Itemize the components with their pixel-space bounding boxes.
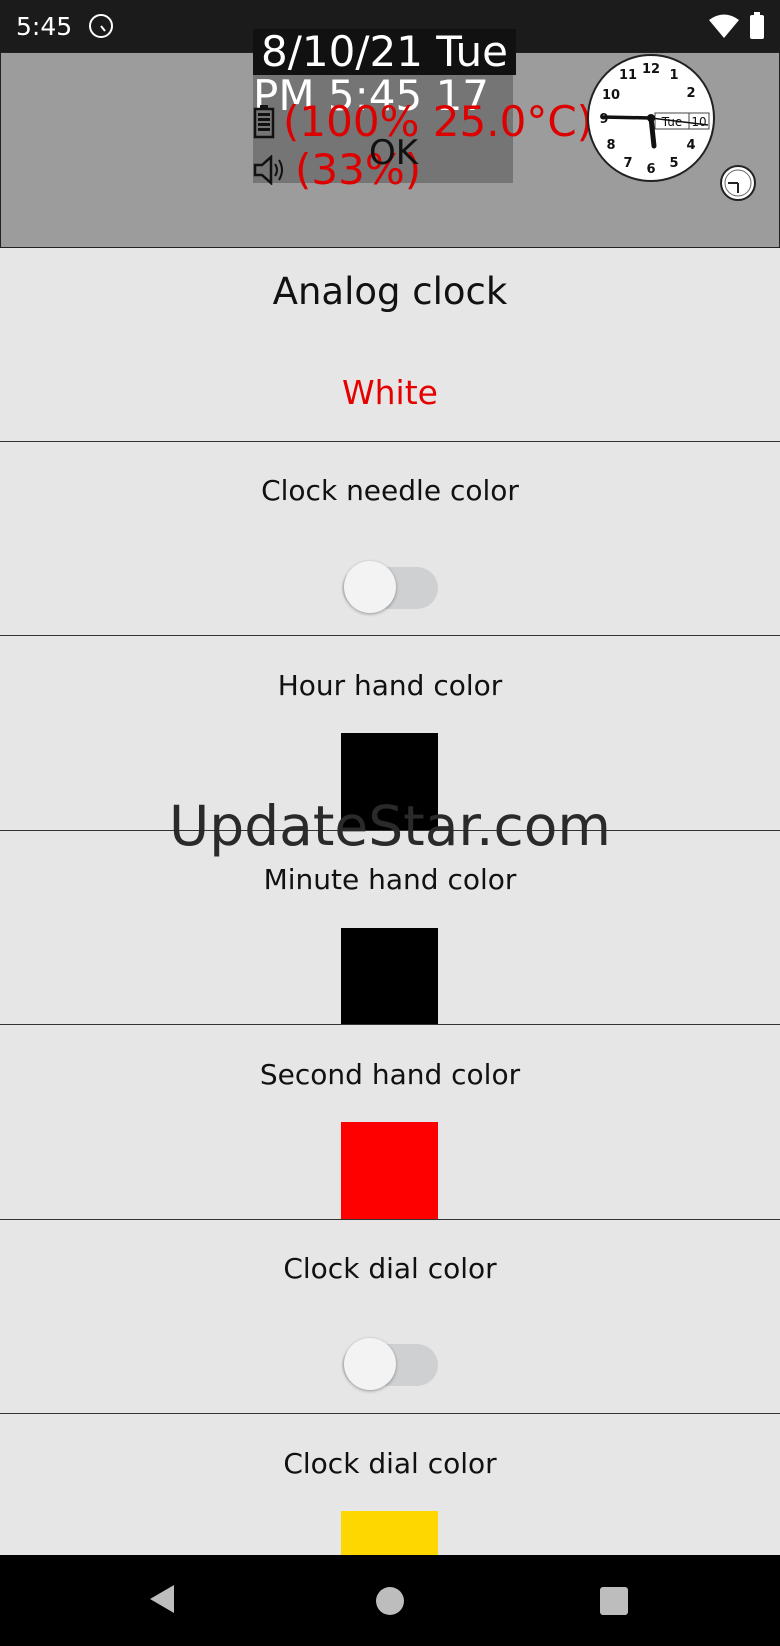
widget-date: 8/10/21 Tue bbox=[253, 29, 516, 75]
setting-label: Clock dial color bbox=[283, 1252, 497, 1285]
divider bbox=[0, 441, 780, 442]
recents-icon[interactable] bbox=[600, 1587, 628, 1615]
divider bbox=[0, 635, 780, 636]
svg-text:12: 12 bbox=[642, 62, 660, 77]
navigation-bar bbox=[0, 1555, 780, 1646]
svg-text:2: 2 bbox=[686, 86, 695, 101]
svg-text:8: 8 bbox=[606, 138, 615, 153]
toggle-knob bbox=[344, 1338, 396, 1390]
widget-battery-text: (100% 25.0°C) bbox=[283, 97, 594, 146]
divider bbox=[0, 1024, 780, 1025]
svg-text:4: 4 bbox=[686, 138, 695, 153]
setting-label: Clock dial color bbox=[283, 1447, 497, 1480]
setting-label: Clock needle color bbox=[261, 474, 519, 507]
clock-dial-color-toggle[interactable] bbox=[342, 1336, 438, 1392]
svg-text:10: 10 bbox=[602, 88, 620, 103]
minute-hand-color-swatch[interactable] bbox=[341, 928, 438, 1025]
home-icon[interactable] bbox=[376, 1587, 404, 1615]
svg-text:11: 11 bbox=[619, 68, 637, 83]
widget-battery-line: (100% 25.0°C) bbox=[253, 97, 593, 146]
divider bbox=[0, 1413, 780, 1414]
clock-day-label: 10 bbox=[691, 115, 706, 129]
svg-text:6: 6 bbox=[646, 162, 655, 177]
setting-label: Minute hand color bbox=[263, 863, 517, 896]
battery-outline-icon bbox=[253, 104, 275, 138]
clock-icon bbox=[89, 14, 113, 38]
speaker-icon bbox=[253, 154, 283, 185]
svg-text:5: 5 bbox=[669, 156, 678, 171]
widget-settings-icon[interactable] bbox=[718, 163, 758, 203]
widget-ok-text: OK bbox=[369, 133, 419, 173]
widget-preview: 8/10/21 Tue PM 5:45 17 (100% 25.0°C) (33… bbox=[0, 29, 780, 248]
section-title: Analog clock bbox=[272, 270, 508, 313]
wifi-icon bbox=[709, 14, 739, 38]
setting-label: Second hand color bbox=[259, 1058, 521, 1091]
battery-icon bbox=[750, 12, 764, 39]
svg-text:7: 7 bbox=[623, 156, 632, 171]
svg-text:1: 1 bbox=[669, 68, 678, 83]
status-time: 5:45 bbox=[16, 12, 73, 41]
toggle-knob bbox=[344, 561, 396, 613]
analog-clock-preview: 1212 345 678 91011 Tue 10 bbox=[587, 54, 715, 182]
back-icon[interactable] bbox=[148, 1583, 176, 1615]
second-hand-color-swatch[interactable] bbox=[341, 1122, 438, 1219]
clock-dial-color-swatch[interactable] bbox=[341, 1511, 438, 1555]
svg-text:9: 9 bbox=[599, 112, 608, 127]
watermark: UpdateStar.com bbox=[169, 794, 611, 858]
setting-label: Hour hand color bbox=[277, 669, 503, 702]
selected-value[interactable]: White bbox=[0, 373, 780, 412]
clock-needle-color-toggle[interactable] bbox=[342, 559, 438, 615]
divider bbox=[0, 1219, 780, 1220]
